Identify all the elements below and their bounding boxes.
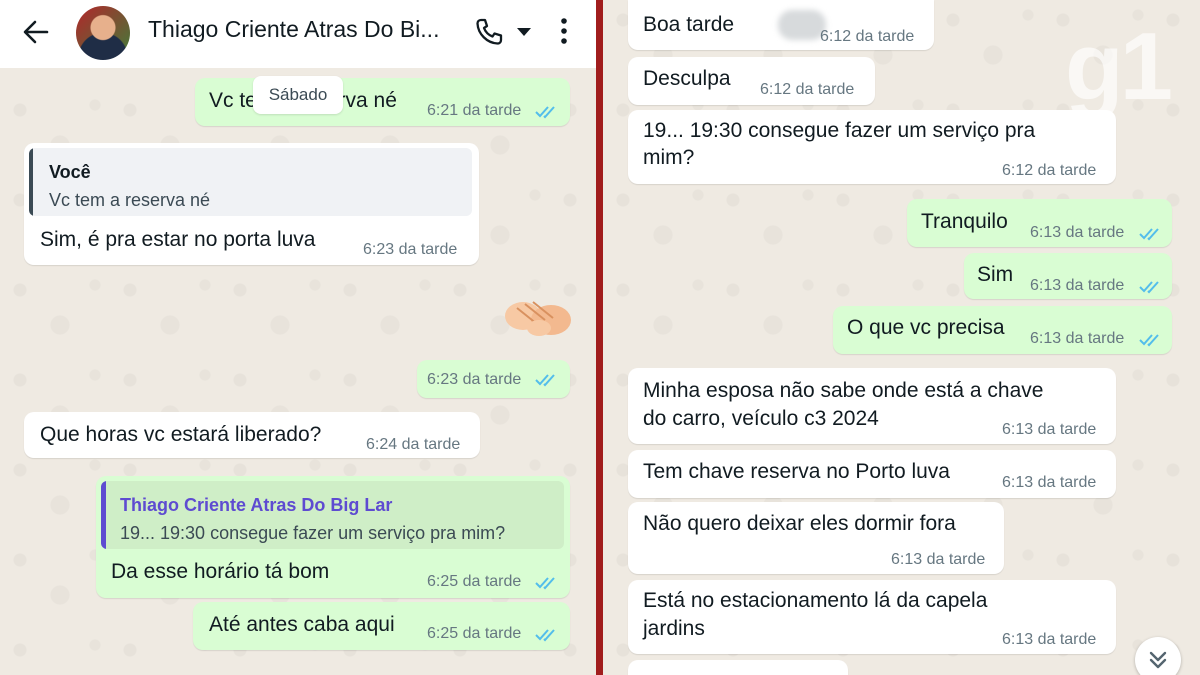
message-bubble-incoming[interactable]: 19... 19:30 consegue fazer um serviço pr… bbox=[628, 110, 1116, 184]
read-receipt-icon bbox=[535, 577, 555, 590]
read-receipt-icon bbox=[535, 629, 555, 642]
message-time: 6:12 da tarde bbox=[1002, 162, 1097, 179]
message-bubble-outgoing[interactable]: Vc tem a reserva né 6:21 da tarde bbox=[195, 78, 570, 126]
message-text: O que vc precisa bbox=[847, 316, 1005, 339]
message-time: 6:13 da tarde bbox=[1030, 224, 1125, 241]
message-time: 6:13 da tarde bbox=[1030, 277, 1125, 294]
message-time: 6:13 da tarde bbox=[891, 551, 986, 568]
quote-text: 19... 19:30 consegue fazer um serviço pr… bbox=[120, 523, 506, 543]
back-arrow-icon[interactable] bbox=[22, 18, 50, 46]
read-receipt-icon bbox=[1139, 334, 1159, 347]
more-options-icon[interactable] bbox=[554, 15, 574, 47]
message-time: 6:24 da tarde bbox=[366, 436, 461, 453]
message-time: 6:13 da tarde bbox=[1030, 330, 1125, 347]
quote-text: Vc tem a reserva né bbox=[49, 190, 211, 210]
message-text: Que horas vc estará liberado? bbox=[40, 423, 322, 446]
double-chevron-down-icon bbox=[1149, 651, 1167, 669]
message-time: 6:21 da tarde bbox=[427, 102, 522, 119]
message-time: 6:13 da tarde bbox=[1002, 421, 1097, 438]
message-bubble-incoming[interactable]: Está no estacionamento lá da capela jard… bbox=[628, 580, 1116, 654]
quoted-message[interactable]: Thiago Criente Atras Do Big Lar 19... 19… bbox=[101, 481, 564, 549]
read-receipt-icon bbox=[535, 106, 555, 119]
handshake-icon bbox=[505, 301, 571, 336]
message-time: 6:25 da tarde bbox=[427, 625, 522, 642]
message-bubble-incoming[interactable] bbox=[628, 660, 848, 675]
quote-author: Thiago Criente Atras Do Big Lar bbox=[120, 495, 393, 515]
quote-bar bbox=[29, 148, 33, 216]
read-receipt-icon bbox=[1139, 281, 1159, 294]
scroll-to-bottom-button[interactable] bbox=[1135, 637, 1181, 675]
message-time: 6:23 da tarde bbox=[427, 371, 522, 388]
date-chip: Sábado bbox=[253, 76, 343, 114]
message-text-line1: Minha esposa não sabe onde está a chave bbox=[643, 379, 1044, 402]
message-text: Da esse horário tá bom bbox=[111, 560, 330, 583]
right-chat-panel: g1 Boa tarde 6:12 da tarde Desculpa 6:12… bbox=[603, 0, 1200, 675]
quoted-message[interactable]: Você Vc tem a reserva né bbox=[29, 148, 472, 216]
message-bubble-incoming[interactable]: Minha esposa não sabe onde está a chave … bbox=[628, 368, 1116, 444]
message-text: Boa tarde bbox=[643, 13, 735, 36]
message-text: Sim bbox=[977, 263, 1014, 286]
message-time: 6:13 da tarde bbox=[1002, 631, 1097, 648]
message-text-line2: mim? bbox=[643, 146, 695, 169]
message-text-line2: jardins bbox=[643, 617, 705, 640]
message-bubble-outgoing[interactable]: O que vc precisa 6:13 da tarde bbox=[833, 306, 1172, 354]
message-text-line2: do carro, veículo c3 2024 bbox=[643, 407, 879, 430]
message-time: 6:12 da tarde bbox=[760, 81, 855, 98]
message-text: Até antes caba aqui bbox=[209, 613, 395, 636]
message-bubble-outgoing[interactable]: Até antes caba aqui 6:25 da tarde bbox=[193, 602, 570, 650]
message-text: Desculpa bbox=[643, 67, 731, 90]
message-bubble-incoming[interactable]: Tem chave reserva no Porto luva 6:13 da … bbox=[628, 450, 1116, 498]
quote-bar bbox=[101, 481, 106, 549]
message-time: 6:23 da tarde bbox=[363, 241, 458, 258]
message-bubble-incoming[interactable]: Não quero deixar eles dormir fora 6:13 d… bbox=[628, 502, 1004, 574]
message-time: 6:12 da tarde bbox=[820, 28, 915, 45]
panel-divider bbox=[596, 0, 603, 675]
message-bubble-outgoing[interactable]: Thiago Criente Atras Do Big Lar 19... 19… bbox=[96, 476, 570, 598]
message-bubble-incoming[interactable]: Boa tarde 6:12 da tarde bbox=[628, 0, 934, 50]
quote-author: Você bbox=[49, 162, 91, 182]
message-text: Não quero deixar eles dormir fora bbox=[643, 512, 956, 535]
redacted-name bbox=[778, 10, 826, 40]
watermark-logo: g1 bbox=[1065, 13, 1173, 120]
read-receipt-icon bbox=[535, 374, 555, 387]
left-chat-panel: Vc tem a reserva né 6:21 da tarde Sábado… bbox=[0, 0, 596, 675]
message-bubble-incoming[interactable]: Desculpa 6:12 da tarde bbox=[628, 57, 875, 105]
message-text-line1: 19... 19:30 consegue fazer um serviço pr… bbox=[643, 119, 1036, 142]
contact-avatar[interactable] bbox=[76, 6, 130, 60]
message-time: 6:25 da tarde bbox=[427, 573, 522, 590]
contact-name[interactable]: Thiago Criente Atras Do Bi... bbox=[148, 16, 439, 43]
message-bubble-outgoing[interactable]: 6:23 da tarde bbox=[417, 360, 570, 398]
message-bubble-incoming[interactable]: Você Vc tem a reserva né Sim, é pra esta… bbox=[24, 143, 479, 265]
chevron-down-icon[interactable] bbox=[515, 24, 533, 40]
message-text: Sim, é pra estar no porta luva bbox=[40, 228, 316, 251]
chat-header: Thiago Criente Atras Do Bi... bbox=[0, 0, 596, 68]
phone-call-icon[interactable] bbox=[474, 17, 504, 47]
message-text: Tem chave reserva no Porto luva bbox=[643, 460, 950, 483]
message-bubble-incoming[interactable]: Que horas vc estará liberado? 6:24 da ta… bbox=[24, 412, 480, 458]
message-bubble-outgoing[interactable]: Sim 6:13 da tarde bbox=[964, 253, 1172, 299]
message-text-line1: Está no estacionamento lá da capela bbox=[643, 589, 988, 612]
read-receipt-icon bbox=[1139, 228, 1159, 241]
message-bubble-outgoing[interactable]: Tranquilo 6:13 da tarde bbox=[907, 199, 1172, 247]
message-text: Tranquilo bbox=[921, 210, 1008, 233]
message-time: 6:13 da tarde bbox=[1002, 474, 1097, 491]
